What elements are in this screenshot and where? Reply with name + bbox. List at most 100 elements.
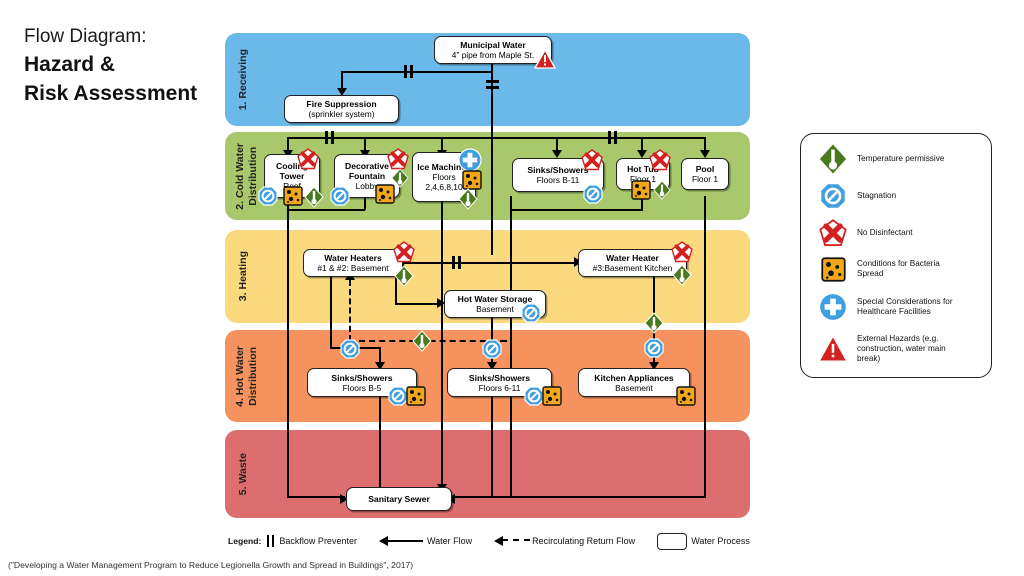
bacteria-spread-icon (815, 256, 851, 282)
arrow-pool (700, 150, 710, 158)
no-disinfectant-icon (671, 241, 693, 263)
band-label-hot-water: 4. Hot Water Distribution (234, 345, 259, 407)
node-title: Water Heaters (324, 253, 382, 263)
legend-water-flow: Water Flow (378, 536, 472, 546)
healthcare-icon (458, 148, 482, 172)
node-fire-suppression[interactable]: Fire Suppression (sprinkler system) (284, 95, 399, 123)
temperature-permissive-icon (672, 264, 692, 286)
line-cold-right-collect (510, 209, 643, 212)
line-611-to-sewer (452, 496, 492, 499)
external-hazard-icon (534, 49, 556, 69)
line-pool-out (704, 196, 707, 496)
line-sinks-611-out (491, 396, 494, 496)
backflow-preventer-icon (267, 535, 275, 547)
stagnation-icon (521, 303, 541, 323)
node-title: Pool (695, 164, 715, 174)
backflow-preventer-heating (452, 256, 461, 269)
legend-label-no-disinfectant: No Disinfectant (857, 227, 913, 237)
legend-row-bacteria: Conditions for Bacteria Spread (815, 254, 983, 284)
node-subtitle: Floors 6-11 (478, 382, 521, 393)
legend-row-external-hazard: External Hazards (e.g. construction, wate… (815, 330, 983, 368)
node-subtitle: (sprinkler system) (308, 109, 375, 119)
node-sanitary-sewer[interactable]: Sanitary Sewer (346, 487, 452, 511)
temperature-permissive-icon (304, 186, 324, 208)
legend-row-healthcare: Special Considerations for Healthcare Fac… (815, 292, 983, 322)
stagnation-icon (258, 186, 278, 206)
line-recirc-vertical-left (349, 280, 351, 341)
line-wh12-storage-h (395, 303, 441, 306)
backflow-preventer-cold-right (608, 131, 617, 144)
no-disinfectant-icon (387, 148, 409, 170)
temperature-permissive-icon (644, 312, 664, 334)
bacteria-spread-icon (631, 180, 651, 200)
backflow-preventer-cold-left (325, 131, 334, 144)
legend-backflow-text: Backflow Preventer (279, 536, 357, 546)
node-subtitle: #1 & #2: Basement (317, 263, 389, 273)
legend-recirc-text: Recirculating Return Flow (532, 536, 636, 546)
title-line-2: Hazard & (24, 53, 116, 76)
line-fountain-out (364, 196, 367, 210)
legend-water-process: Water Process (657, 532, 750, 550)
recirculating-flow-arrow-icon (494, 536, 531, 546)
line-pool-to-sewer (455, 496, 706, 499)
line-left-into-sewer (287, 496, 345, 499)
band-label-waste: 5. Waste (237, 452, 249, 496)
legend-recirculating-return-flow: Recirculating Return Flow (494, 536, 635, 546)
band-waste: 5. Waste (225, 430, 750, 518)
node-title: Kitchen Appliances (594, 372, 674, 383)
node-subtitle: Floors B-5 (342, 382, 382, 393)
line-municipal-to-fire (341, 71, 493, 74)
line-municipal-spine (491, 60, 494, 255)
backflow-preventer-main (486, 80, 499, 89)
bottom-legend: Legend: Backflow Preventer Water Flow Re… (228, 531, 758, 551)
legend-label-healthcare: Special Considerations for Healthcare Fac… (857, 296, 953, 316)
node-pool[interactable]: Pool Floor 1 (681, 158, 729, 190)
bacteria-spread-icon (676, 386, 696, 406)
stagnation-icon (815, 183, 851, 209)
temperature-permissive-icon (815, 143, 851, 175)
node-subtitle: #3:Basement Kitchen (592, 263, 673, 273)
bacteria-spread-icon (283, 186, 303, 206)
bacteria-spread-icon (406, 386, 426, 406)
temperature-permissive-icon (653, 180, 671, 200)
line-cold-right-to-sewer (510, 209, 513, 496)
citation: ("Developing a Water Management Program … (8, 560, 414, 570)
healthcare-icon (815, 293, 851, 321)
stagnation-icon (482, 339, 502, 359)
no-disinfectant-icon (297, 148, 319, 170)
legend-water-process-text: Water Process (691, 536, 750, 546)
stagnation-icon (388, 386, 408, 406)
no-disinfectant-icon (649, 149, 671, 171)
legend-row-no-disinfectant: No Disinfectant (815, 218, 983, 248)
node-subtitle: Basement (476, 304, 514, 314)
legend-row-temperature: Temperature permissive (815, 142, 983, 176)
no-disinfectant-icon (815, 219, 851, 247)
title-line-3: Risk Assessment (24, 82, 198, 105)
line-sinks-cold-out (510, 196, 513, 210)
legend-row-stagnation: Stagnation (815, 181, 983, 211)
stagnation-icon (644, 338, 664, 358)
bacteria-spread-icon (375, 184, 395, 204)
node-title: Water Heater (606, 253, 659, 263)
node-title: Sinks/Showers (331, 372, 393, 383)
no-disinfectant-icon (393, 241, 415, 263)
legend-label-stagnation: Stagnation (857, 190, 897, 200)
arrow-sinks-cold (552, 150, 562, 158)
legend-label: Legend: (228, 536, 262, 546)
water-process-box-icon (657, 532, 688, 550)
node-water-heaters-12[interactable]: Water Heaters #1 & #2: Basement (303, 249, 403, 277)
line-sinks-b5-out (379, 396, 382, 496)
legend-label-bacteria: Conditions for Bacteria Spread (857, 258, 940, 278)
legend-label-external-hazard: External Hazards (e.g. construction, wate… (857, 333, 946, 364)
stagnation-icon (340, 339, 360, 359)
hazard-legend-panel: Temperature permissive Stagnation No Dis… (800, 133, 992, 378)
node-title: Municipal Water (460, 40, 526, 50)
temperature-permissive-icon (394, 265, 414, 287)
node-title: Sinks/Showers (468, 372, 531, 383)
node-subtitle: Floor 1 (691, 174, 719, 184)
node-subtitle: Basement (615, 382, 653, 393)
node-title: Sinks/Showers (527, 165, 589, 175)
no-disinfectant-icon (581, 149, 603, 171)
node-kitchen-appliances[interactable]: Kitchen Appliances Basement (578, 368, 690, 397)
line-ice-out (441, 200, 444, 488)
